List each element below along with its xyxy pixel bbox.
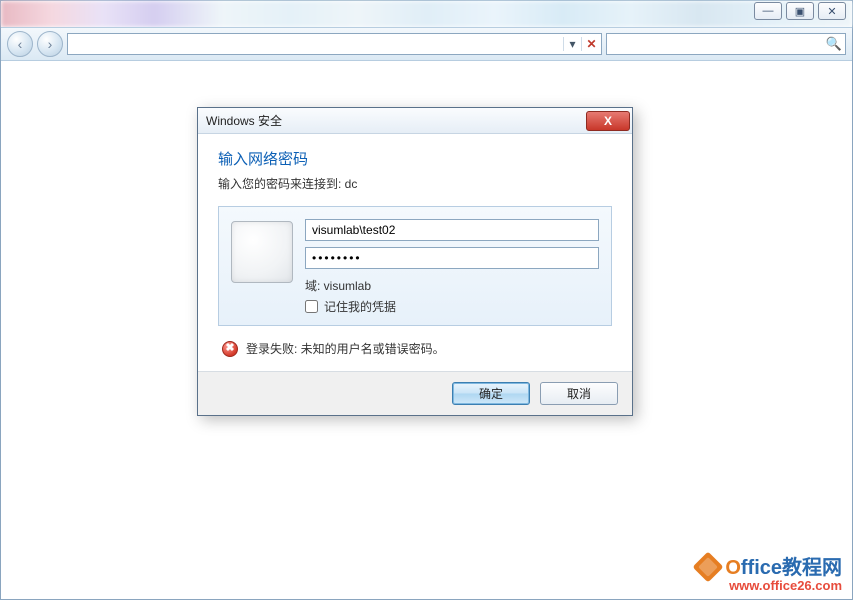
- dialog-titlebar: Windows 安全 X: [198, 108, 632, 134]
- back-button[interactable]: ‹: [7, 31, 33, 57]
- watermark-logo-icon: [693, 551, 724, 582]
- error-text: 登录失败: 未知的用户名或错误密码。: [246, 340, 445, 357]
- forward-arrow-icon: ›: [48, 36, 53, 52]
- address-input[interactable]: [68, 37, 563, 51]
- dialog-close-button[interactable]: X: [586, 111, 630, 131]
- credentials-fields: 域: visumlab 记住我的凭据: [305, 219, 599, 315]
- watermark: Office教程网 www.office26.com: [697, 556, 842, 593]
- user-avatar-icon: [231, 221, 293, 283]
- username-field[interactable]: [305, 219, 599, 241]
- address-dropdown-icon[interactable]: ▾: [563, 37, 581, 51]
- window-caption-buttons: — ▣ ✕: [754, 2, 846, 20]
- address-clear-icon[interactable]: ✕: [581, 37, 601, 51]
- minimize-button[interactable]: —: [754, 2, 782, 20]
- dialog-title: Windows 安全: [206, 112, 282, 129]
- remember-label: 记住我的凭据: [324, 298, 396, 315]
- error-icon: ✖: [222, 341, 238, 357]
- ok-button[interactable]: 确定: [452, 382, 530, 405]
- dialog-heading: 输入网络密码: [218, 148, 612, 169]
- password-field[interactable]: [305, 247, 599, 269]
- domain-label: 域: visumlab: [305, 277, 599, 294]
- close-icon: X: [604, 114, 612, 128]
- background-ribbon: [1, 1, 852, 27]
- remember-credentials-row[interactable]: 记住我的凭据: [305, 298, 599, 315]
- credentials-dialog: Windows 安全 X 输入网络密码 输入您的密码来连接到: dc 域: vi…: [197, 107, 633, 416]
- dialog-button-row: 确定 取消: [198, 371, 632, 415]
- watermark-line1-accent: O: [725, 557, 741, 579]
- search-icon[interactable]: 🔍: [823, 36, 845, 52]
- explorer-toolbar: ‹ › ▾ ✕ 🔍: [1, 27, 852, 61]
- search-input[interactable]: [607, 37, 823, 51]
- remember-checkbox[interactable]: [305, 300, 318, 313]
- error-row: ✖ 登录失败: 未知的用户名或错误密码。: [222, 340, 608, 357]
- dialog-subtext: 输入您的密码来连接到: dc: [218, 175, 612, 192]
- watermark-line1-rest: ffice教程网: [741, 557, 842, 579]
- credentials-panel: 域: visumlab 记住我的凭据: [218, 206, 612, 326]
- search-box[interactable]: 🔍: [606, 33, 846, 55]
- forward-button[interactable]: ›: [37, 31, 63, 57]
- back-arrow-icon: ‹: [18, 36, 23, 52]
- window-close-button[interactable]: ✕: [818, 2, 846, 20]
- maximize-button[interactable]: ▣: [786, 2, 814, 20]
- watermark-line2: www.office26.com: [697, 579, 842, 593]
- dialog-body: 输入网络密码 输入您的密码来连接到: dc 域: visumlab 记住我的凭据…: [198, 134, 632, 371]
- cancel-button[interactable]: 取消: [540, 382, 618, 405]
- address-bar[interactable]: ▾ ✕: [67, 33, 602, 55]
